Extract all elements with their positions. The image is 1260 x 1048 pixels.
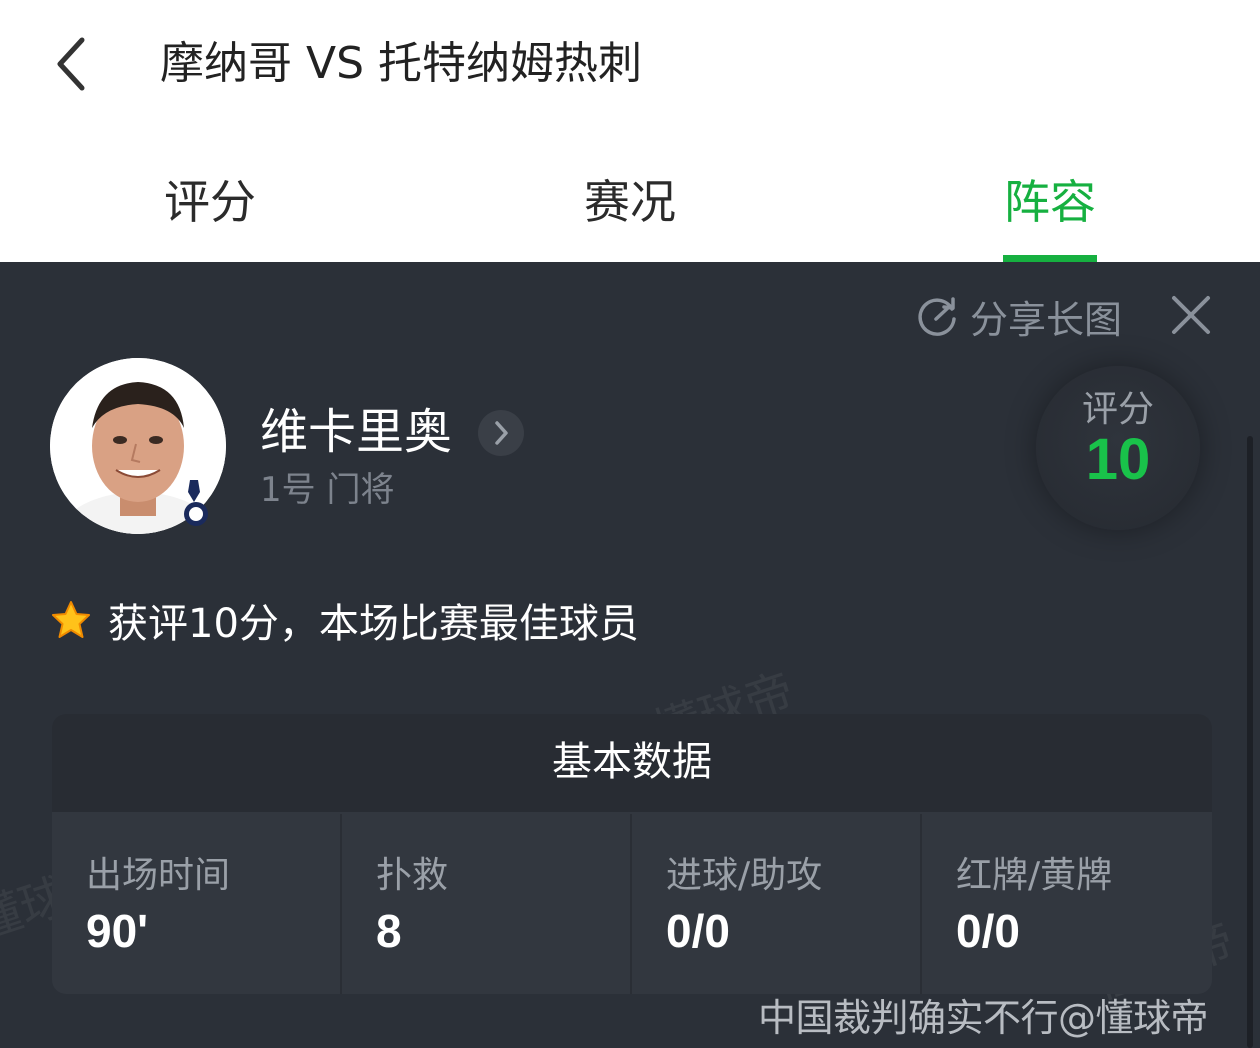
chevron-left-icon (57, 37, 85, 91)
stat-value: 0/0 (666, 905, 730, 957)
tab-lineup[interactable]: 阵容 (940, 170, 1160, 262)
stat-label: 出场时间 (86, 855, 231, 896)
stat-value: 90' (86, 905, 149, 957)
close-icon (1172, 296, 1210, 334)
player-number-position: 1号 门将 (260, 470, 395, 510)
rating-badge: 评分 10 (1036, 366, 1200, 530)
team-badge-icon (184, 480, 208, 526)
footer-watermark: 中国裁判确实不行@懂球帝 (758, 996, 1209, 1040)
tab-rating[interactable]: 评分 (100, 170, 320, 262)
stat-label: 红牌/黄牌 (956, 855, 1113, 896)
top-header: 摩纳哥 VS 托特纳姆热刺 评分 赛况 阵容 (0, 0, 1260, 262)
player-profile-link[interactable] (478, 410, 524, 456)
stat-red-yellow-cards: 红牌/黄牌 0/0 (922, 814, 1210, 994)
share-label: 分享长图 (970, 297, 1123, 342)
stat-saves: 扑救 8 (342, 814, 630, 994)
scrollbar[interactable] (1247, 436, 1253, 1048)
stats-title: 基本数据 (552, 739, 712, 785)
stat-value: 8 (376, 905, 402, 957)
tab-match-status[interactable]: 赛况 (520, 170, 740, 262)
page-title: 摩纳哥 VS 托特纳姆热刺 (160, 38, 643, 89)
stat-label: 扑救 (376, 855, 449, 896)
star-icon (52, 601, 90, 638)
stat-minutes-played: 出场时间 90' (52, 814, 340, 994)
rating-label: 评分 (1081, 389, 1154, 430)
back-button[interactable] (40, 24, 110, 104)
close-button[interactable] (1166, 290, 1216, 340)
rating-value: 10 (1085, 427, 1151, 492)
award-text: 获评10分，本场比赛最佳球员 (108, 601, 639, 647)
share-icon (918, 297, 956, 336)
player-name[interactable]: 维卡里奥 (260, 400, 452, 464)
share-long-image-button[interactable]: 分享长图 (914, 292, 1122, 342)
stat-goals-assists: 进球/助攻 0/0 (632, 814, 920, 994)
active-tab-indicator (1003, 255, 1097, 262)
stat-label: 进球/助攻 (666, 855, 823, 896)
award-row: 获评10分，本场比赛最佳球员 (50, 594, 639, 647)
player-detail-panel: 懂球帝 懂球帝 懂球帝 分享长图 维卡 (0, 262, 1260, 1048)
stat-value: 0/0 (956, 905, 1020, 957)
basic-stats-card: 基本数据 出场时间 90' 扑救 8 进球/助攻 0/0 红牌/黄牌 0/0 (52, 714, 1212, 994)
chevron-right-icon (495, 421, 508, 445)
